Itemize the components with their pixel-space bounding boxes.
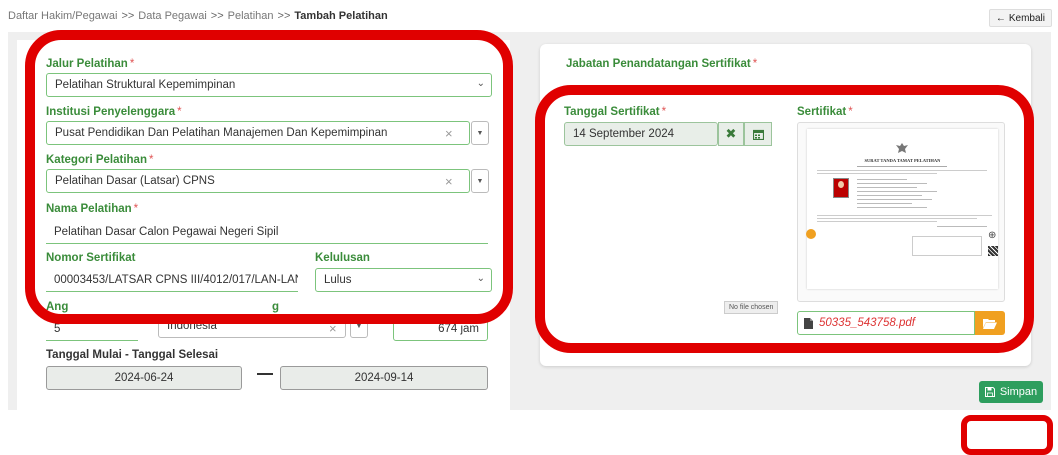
breadcrumb-separator: >> [277, 10, 291, 22]
tanggal-mulai-value: 2024-06-24 [114, 372, 174, 384]
tanggal-selesai-input[interactable]: 2024-09-14 [280, 366, 488, 390]
breadcrumb-pelatihan[interactable]: Pelatihan [228, 10, 274, 22]
back-button-label: Kembali [1008, 12, 1045, 24]
breadcrumb-data-pegawai[interactable]: Data Pegawai [138, 10, 207, 22]
highlight-frame-left-form [25, 30, 513, 324]
save-button[interactable]: Simpan [979, 381, 1043, 403]
breadcrumb-daftar-hakim[interactable]: Daftar Hakim/Pegawai [8, 10, 117, 22]
breadcrumb-separator: >> [210, 10, 224, 22]
breadcrumb-current: Tambah Pelatihan [294, 10, 388, 22]
breadcrumb: Daftar Hakim/Pegawai >> Data Pegawai >> Pela… [8, 10, 388, 22]
angkatan-value: 5 [54, 322, 61, 335]
highlight-frame-bottom-right [961, 415, 1053, 455]
jabatan-label: Jabatan Penandatangan Sertifikat * [566, 58, 758, 70]
tanggal-mulai-input[interactable]: 2024-06-24 [46, 366, 242, 390]
save-icon [984, 387, 995, 397]
date-range-dash [257, 373, 273, 375]
highlight-frame-certificate [535, 85, 1034, 353]
jam-value: 674 jam [438, 323, 479, 335]
breadcrumb-separator: >> [121, 10, 135, 22]
tanggal-selesai-value: 2024-09-14 [354, 372, 414, 384]
save-button-label: Simpan [999, 386, 1038, 398]
arrow-left-icon: ← [995, 12, 1006, 24]
tanggal-label: Tanggal Mulai - Tanggal Selesai [46, 349, 219, 361]
back-button[interactable]: ← Kembali [988, 9, 1052, 27]
